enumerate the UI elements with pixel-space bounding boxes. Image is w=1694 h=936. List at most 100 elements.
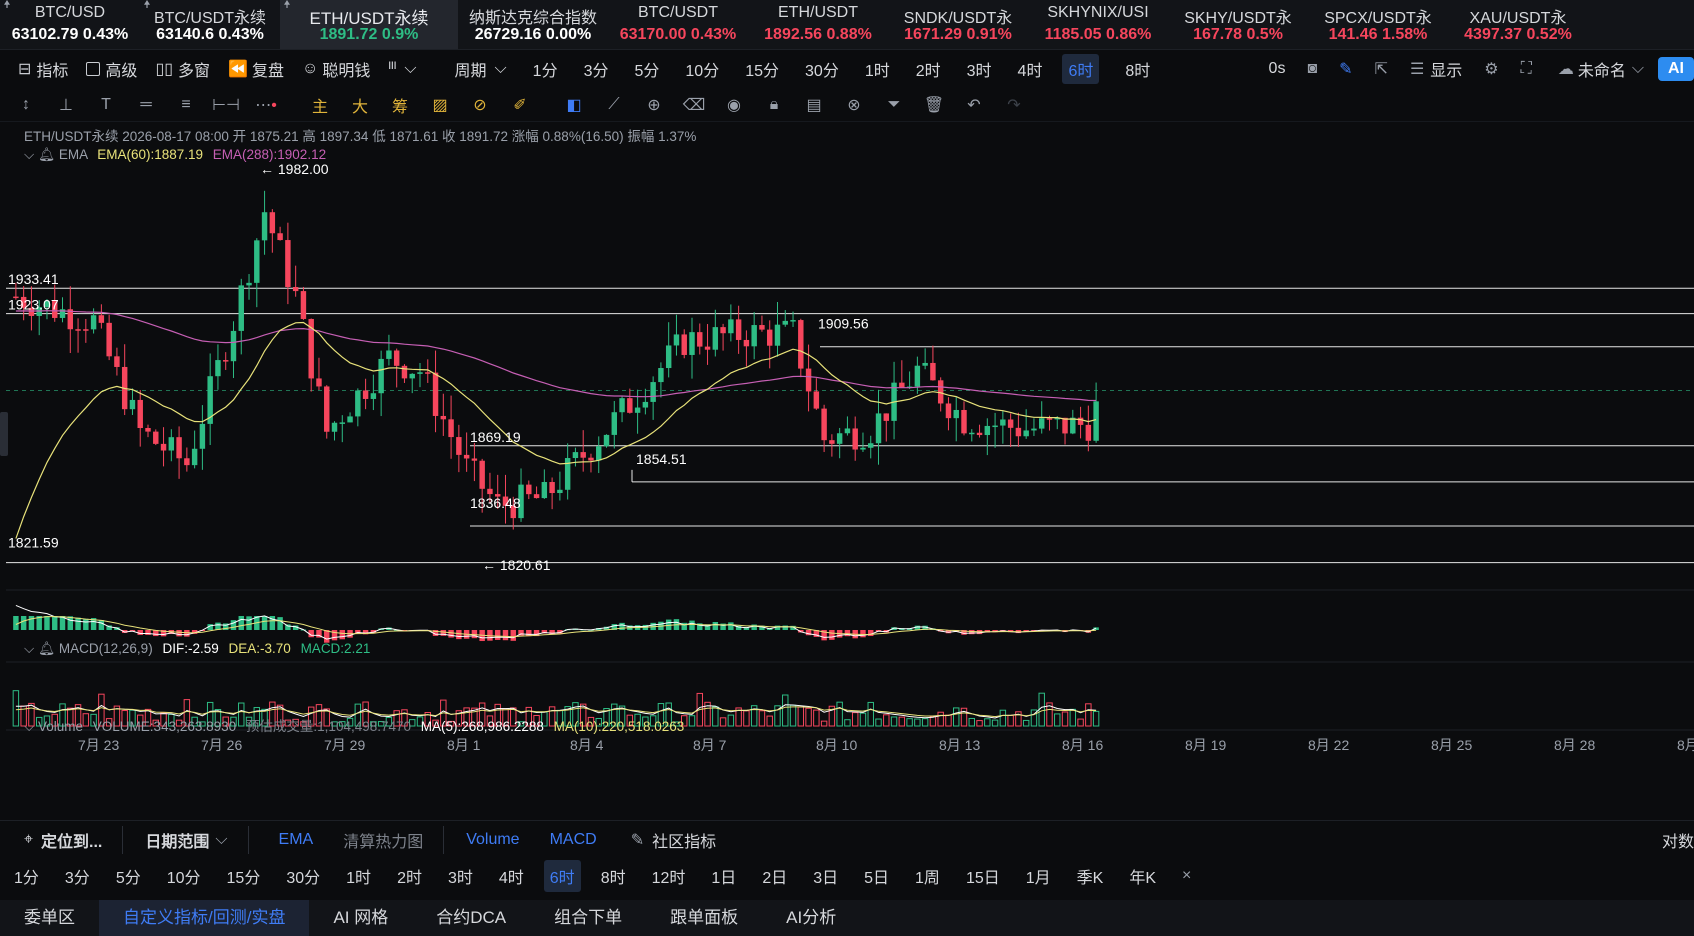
bottom-period-1月[interactable]: 1月 [1020, 860, 1057, 892]
fullscreen-icon[interactable]: ⛶ [1521, 60, 1532, 78]
redo-icon[interactable]: ↷ [994, 95, 1034, 115]
zoom-icon[interactable]: ⊕ [634, 95, 674, 115]
fib-icon[interactable]: ≡ [166, 96, 206, 114]
gear-icon[interactable]: ⚙ [1484, 59, 1498, 79]
bottom-period-8时[interactable]: 8时 [595, 860, 632, 892]
period-8时[interactable]: 8时 [1125, 57, 1150, 81]
indicators-button[interactable]: ⊟ 指标 [18, 57, 68, 81]
bottom-period-年K[interactable]: 年K [1123, 860, 1162, 892]
ticker-10[interactable]: XAU/USDT永 4397.37 0.52% [1448, 0, 1588, 49]
period-6时[interactable]: 6时 [1062, 54, 1100, 84]
multi-window-button[interactable]: ▯▯ 多窗 [155, 57, 210, 81]
side-handle[interactable] [0, 412, 8, 456]
unnamed-label[interactable]: 未命名 [1578, 57, 1626, 81]
ticker-2[interactable]: ETH/USDT永续 1891.72 0.9% [280, 0, 458, 49]
advanced-button[interactable]: 高级 [86, 57, 137, 81]
bottom-period-1周[interactable]: 1周 [909, 860, 946, 892]
bottom-period-15日[interactable]: 15日 [960, 860, 1006, 892]
bottom-period-2时[interactable]: 2时 [391, 860, 428, 892]
link-icon[interactable]: ⊗ [834, 95, 874, 115]
ticker-5[interactable]: ETH/USDT 1892.56 0.88% [748, 0, 888, 49]
bottom-tab-4[interactable]: 组合下单 [530, 900, 646, 936]
bottom-tab-1[interactable]: 自定义指标/回测/实盘 [99, 900, 310, 936]
period-4时[interactable]: 4时 [1018, 57, 1043, 81]
text-icon[interactable]: T [86, 96, 126, 114]
bottom-period-1分[interactable]: 1分 [8, 860, 45, 892]
chart-area[interactable]: ← 1982.00 1933.41 1923.07 1909.56 1869.19 185… [0, 122, 1694, 802]
cloud-icon[interactable]: ☁ [1558, 59, 1574, 79]
indicator-tool-icon[interactable]: ⊘ [460, 95, 500, 115]
magnet-icon[interactable]: ◧ [554, 95, 594, 115]
layout-button[interactable]: ᴵᴵᴵ ⌵ [388, 60, 416, 78]
filter-icon[interactable]: ⏷ [874, 96, 914, 114]
close-icon[interactable]: × [1176, 863, 1197, 889]
chart-type-icon[interactable]: ▨ [420, 95, 460, 115]
bottom-period-3时[interactable]: 3时 [442, 860, 479, 892]
community-icon[interactable]: ✎ [631, 830, 644, 850]
bottom-period-15分[interactable]: 15分 [221, 860, 267, 892]
bottom-tab-0[interactable]: 委单区 [0, 900, 99, 936]
heatmap-button[interactable]: 清算热力图 [343, 828, 423, 852]
bottom-period-1日[interactable]: 1日 [705, 860, 742, 892]
collapse-icon[interactable]: ⌵ [24, 719, 34, 734]
ai-button[interactable]: AI [1658, 57, 1694, 81]
bottom-period-2日[interactable]: 2日 [756, 860, 793, 892]
period-3时[interactable]: 3时 [967, 57, 992, 81]
main-icon[interactable]: 主 [300, 93, 340, 117]
more-icon[interactable]: ⋯• [246, 95, 286, 115]
bottom-tab-6[interactable]: AI分析 [762, 900, 860, 936]
bottom-period-30分[interactable]: 30分 [280, 860, 326, 892]
vertical-line-icon[interactable]: ↕ [6, 96, 46, 114]
date-range-button[interactable]: 日期范围 [145, 828, 209, 852]
bottom-period-10分[interactable]: 10分 [161, 860, 207, 892]
collapse-icon[interactable]: ⌵ [24, 147, 34, 162]
chart-canvas[interactable]: ← 1982.00 1933.41 1923.07 1909.56 1869.19 185… [0, 122, 1694, 802]
locate-button[interactable]: 定位到... [41, 828, 102, 852]
macd-indicator-button[interactable]: MACD [550, 831, 597, 849]
bottom-period-5分[interactable]: 5分 [110, 860, 147, 892]
period-2时[interactable]: 2时 [916, 57, 941, 81]
bell-icon[interactable]: 🔔︎ [38, 147, 55, 162]
volume-indicator-button[interactable]: Volume [466, 831, 519, 849]
locate-icon[interactable]: ⌖ [24, 831, 33, 849]
ticker-4[interactable]: BTC/USDT 63170.00 0.43% [608, 0, 748, 49]
replay-button[interactable]: ⏪ 复盘 [228, 57, 284, 81]
cycle-button[interactable]: 周期 ⌵ [455, 57, 507, 81]
display-label[interactable]: 显示 [1430, 57, 1462, 81]
bottom-period-6时[interactable]: 6时 [543, 860, 581, 892]
trash-icon[interactable]: 🗑︎ [914, 95, 954, 115]
ticker-7[interactable]: SKHYNIX/USI 1185.05 0.86% [1028, 0, 1168, 49]
collapse-icon[interactable]: ⌵ [24, 641, 34, 656]
ruler-icon[interactable]: ═ [126, 96, 166, 114]
ticker-0[interactable]: BTC/USD 63102.79 0.43% [0, 0, 140, 49]
period-1时[interactable]: 1时 [865, 57, 890, 81]
smart-money-button[interactable]: ☺ 聪明钱 [302, 57, 370, 81]
bottom-tab-3[interactable]: 合约DCA [412, 900, 530, 936]
display-icon[interactable]: ☰ [1410, 59, 1424, 79]
large-icon[interactable]: 大 [340, 93, 380, 117]
ticker-9[interactable]: SPCX/USDT永 141.46 1.58% [1308, 0, 1448, 49]
chip-icon[interactable]: 筹 [380, 93, 420, 117]
period-5分[interactable]: 5分 [634, 57, 659, 81]
share-icon[interactable]: ⇱ [1375, 59, 1388, 79]
undo-icon[interactable]: ↶ [954, 95, 994, 115]
bottom-period-12时[interactable]: 12时 [646, 860, 692, 892]
log-scale-button[interactable]: 对数 [1662, 828, 1694, 852]
ruler-tool-icon[interactable]: ⟋ [594, 96, 634, 114]
ticker-6[interactable]: SNDK/USDT永 1671.29 0.91% [888, 0, 1028, 49]
bottom-period-季K[interactable]: 季K [1071, 860, 1110, 892]
ticker-3[interactable]: 纳斯达克综合指数 26729.16 0.00% [458, 0, 608, 49]
bottom-period-3分[interactable]: 3分 [59, 860, 96, 892]
bottom-period-1时[interactable]: 1时 [340, 860, 377, 892]
ema-indicator-button[interactable]: EMA [279, 831, 314, 849]
template-icon[interactable]: ▤ [794, 95, 834, 115]
brush-icon[interactable]: ✐ [500, 95, 540, 115]
bottom-tab-5[interactable]: 跟单面板 [646, 900, 762, 936]
bottom-tab-2[interactable]: AI 网格 [309, 900, 412, 936]
lock-icon[interactable]: 🔒︎ [754, 96, 794, 114]
bell-icon[interactable]: 🔔︎ [38, 641, 55, 656]
bottom-period-5日[interactable]: 5日 [858, 860, 895, 892]
period-3分[interactable]: 3分 [584, 57, 609, 81]
measure-icon[interactable]: ⊢⊣ [206, 95, 246, 115]
eraser-icon[interactable]: ⌫ [674, 95, 714, 115]
